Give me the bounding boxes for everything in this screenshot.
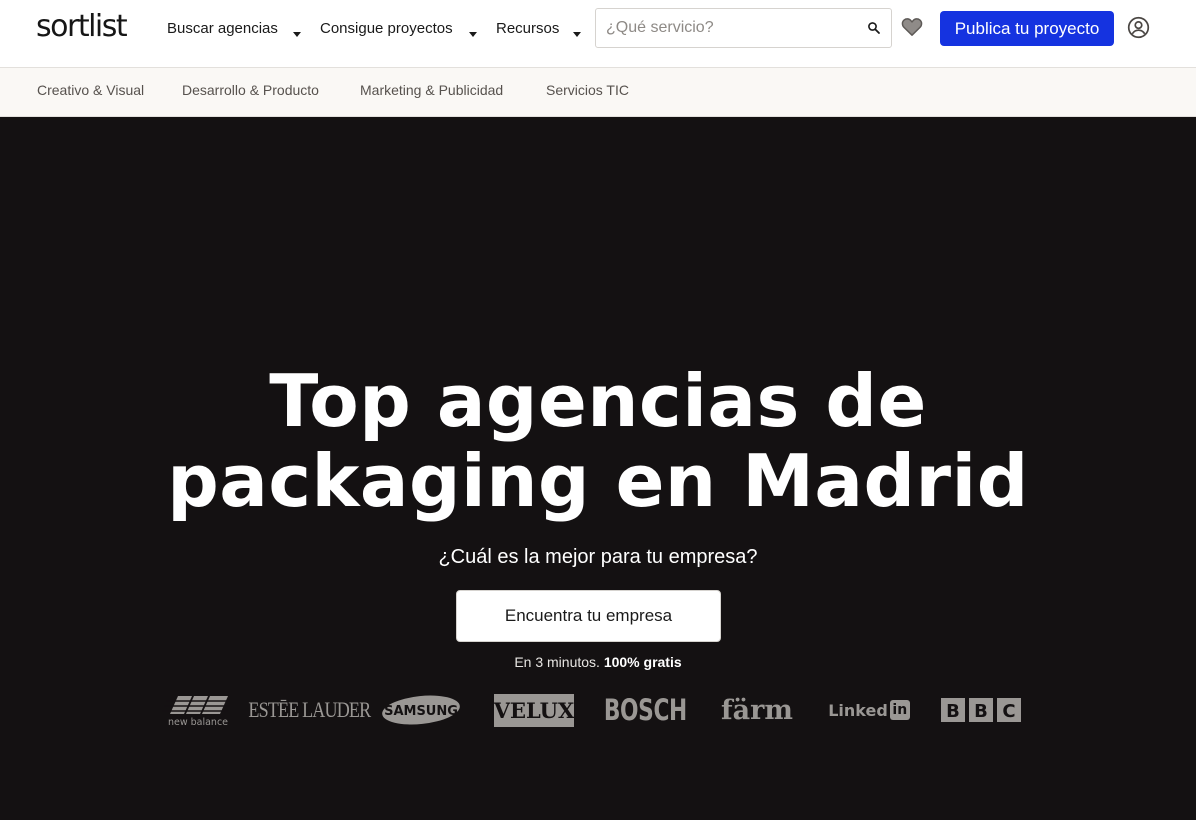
sortlist-logo[interactable]: sortlist	[36, 9, 128, 44]
client-logos: new balance ESTĒE LAUDER SAMSUNG VELUX B…	[0, 692, 1196, 732]
chevron-down-icon[interactable]	[573, 24, 583, 37]
hero-title-line-1: Top agencias de	[269, 359, 927, 443]
brand-text: ESTĒE LAUDER	[248, 697, 371, 722]
subnav-item-tic[interactable]: Servicios TIC	[546, 82, 629, 98]
new-balance-logo: new balance	[158, 692, 238, 728]
brand-text: SAMSUNG	[384, 704, 458, 719]
service-search	[595, 8, 892, 48]
samsung-logo: SAMSUNG	[380, 692, 462, 728]
hero-note-bold: 100% gratis	[603, 654, 682, 670]
linkedin-in-icon: in	[889, 700, 910, 720]
chevron-down-icon[interactable]	[469, 24, 479, 37]
svg-text:C: C	[1002, 701, 1015, 722]
hero-note-prefix: En 3 minutos.	[514, 654, 600, 670]
brand-text: VELUX	[493, 697, 575, 723]
nav-label: Buscar agencias	[167, 19, 278, 37]
hero-section: Top agencias de packaging en Madrid ¿Cuá…	[0, 117, 1196, 820]
brand-text: färm	[721, 694, 793, 726]
hero-subtitle: ¿Cuál es la mejor para tu empresa?	[438, 546, 758, 568]
nav-label: Consigue proyectos	[320, 19, 453, 37]
brand-text: BOSCH	[603, 693, 687, 727]
hero-title: Top agencias de packaging en Madrid	[0, 361, 1196, 521]
hero-title-line-2: packaging en Madrid	[167, 439, 1029, 523]
nav-label: Recursos	[496, 19, 560, 37]
search-input[interactable]	[606, 17, 856, 39]
nav-consigue-proyectos[interactable]: Consigue proyectos	[320, 18, 453, 38]
top-header: sortlist Buscar agencias Consigue proyec…	[0, 0, 1196, 68]
subnav-item-marketing[interactable]: Marketing & Publicidad	[360, 82, 503, 98]
heart-icon[interactable]	[901, 17, 923, 37]
category-subnav: Creativo & Visual Desarrollo & Producto …	[0, 68, 1196, 117]
svg-text:B: B	[974, 701, 988, 722]
nav-recursos[interactable]: Recursos	[496, 18, 559, 38]
find-company-button[interactable]: Encuentra tu empresa	[456, 590, 721, 642]
subnav-item-creativo[interactable]: Creativo & Visual	[37, 82, 144, 98]
subnav-item-desarrollo[interactable]: Desarrollo & Producto	[182, 82, 319, 98]
bosch-logo: BOSCH	[603, 692, 687, 728]
brand-text: Linked	[828, 700, 888, 720]
estee-lauder-logo: ESTĒE LAUDER	[248, 692, 371, 728]
search-icon[interactable]	[867, 21, 881, 35]
publish-project-button[interactable]: Publica tu proyecto	[940, 11, 1114, 46]
farm-logo: färm	[716, 692, 798, 728]
svg-text:B: B	[946, 701, 960, 722]
chevron-down-icon[interactable]	[293, 24, 303, 37]
user-account-icon[interactable]	[1127, 16, 1150, 39]
nav-buscar-agencias[interactable]: Buscar agencias	[167, 18, 278, 38]
linkedin-logo: Linked in	[828, 692, 910, 728]
hero-note: En 3 minutos. 100% gratis	[0, 654, 1196, 670]
velux-logo: VELUX	[494, 692, 574, 728]
bbc-logo: B B C	[940, 692, 1022, 728]
brand-text: new balance	[168, 717, 228, 728]
